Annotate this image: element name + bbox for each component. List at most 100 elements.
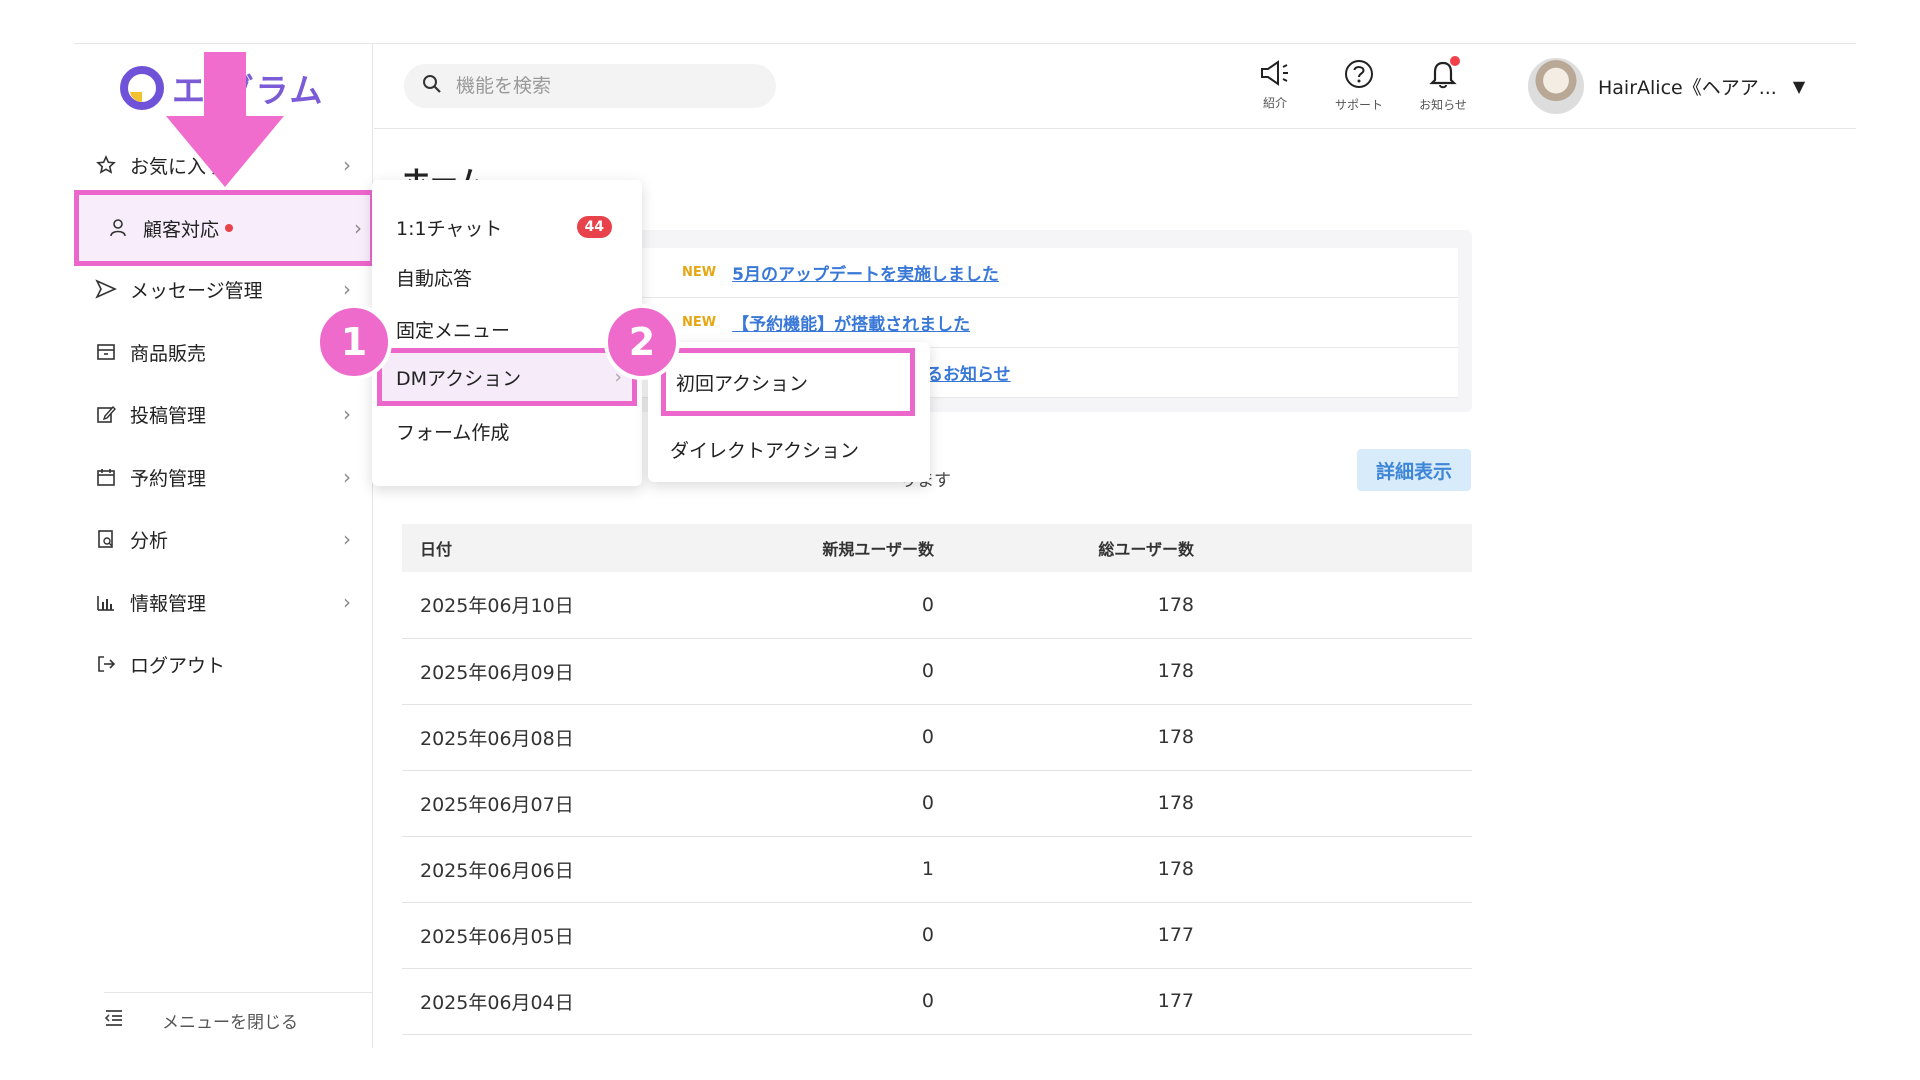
cell-date: 2025年06月08日	[402, 704, 734, 771]
chevron-right-icon: ›	[343, 590, 351, 614]
submenu-item-first-action[interactable]: 初回アクション	[661, 348, 915, 416]
step-marker-1: 1	[316, 304, 392, 380]
cell-total-users: 178	[934, 704, 1194, 771]
help-icon	[1343, 58, 1375, 94]
edit-icon	[94, 402, 118, 426]
table-row: 2025年06月08日 0 178	[402, 704, 1472, 771]
submenu-item-label: フォーム作成	[396, 421, 510, 444]
chevron-right-icon: ›	[343, 402, 351, 426]
user-name: HairAlice《ヘアア...	[1598, 76, 1777, 99]
logo-icon	[120, 66, 164, 110]
cell-date: 2025年06月09日	[402, 638, 734, 705]
page-title: ホーム	[402, 165, 486, 182]
cell-total-users: 177	[934, 902, 1194, 969]
table-header: 日付 新規ユーザー数 総ユーザー数	[402, 524, 1472, 572]
logout-icon	[94, 652, 118, 676]
bar-chart-icon	[94, 590, 118, 614]
cell-new-users: 0	[734, 638, 934, 705]
table-row: 2025年06月09日 0 178	[402, 638, 1472, 705]
chevron-right-icon: ›	[343, 465, 351, 489]
submenu-item-label: 1:1チャット	[396, 217, 503, 240]
submenu-item-fixed-menu[interactable]: 固定メニュー	[396, 304, 626, 354]
app-frame: エ グラム お気に入り › 顧客対応 › メッセージ管理 › 商品販売 投稿管理…	[0, 0, 1920, 1080]
table-row: 2025年06月10日 0 178	[402, 572, 1472, 639]
unread-count-badge: 44	[576, 216, 612, 238]
sidebar-item-logout[interactable]: ログアウト	[94, 637, 359, 691]
sidebar-item-label: ログアウト	[130, 654, 226, 677]
cell-new-users: 0	[734, 770, 934, 837]
cell-date: 2025年06月06日	[402, 836, 734, 903]
table-row: 2025年06月07日 0 178	[402, 770, 1472, 837]
customer-submenu: 1:1チャット 44 自動応答 固定メニュー DMアクション › フォーム作成	[372, 180, 642, 486]
close-menu-button[interactable]: メニューを閉じる	[104, 992, 373, 1048]
cell-date: 2025年06月04日	[402, 968, 734, 1035]
notification-dot	[1450, 56, 1460, 66]
sidebar-item-info[interactable]: 情報管理 ›	[94, 575, 359, 629]
cell-total-users: 177	[934, 968, 1194, 1035]
calendar-icon	[94, 465, 118, 489]
cell-new-users: 0	[734, 572, 934, 639]
send-icon	[94, 277, 118, 301]
cell-total-users: 178	[934, 770, 1194, 837]
news-link[interactable]: 5月のアップデートを実施しました	[732, 260, 999, 285]
detail-button[interactable]: 詳細表示	[1357, 449, 1471, 491]
cell-total-users: 178	[934, 638, 1194, 705]
sidebar-item-label: 予約管理	[130, 467, 207, 490]
support-button[interactable]: サポート	[1324, 58, 1394, 116]
sidebar-item-label: 商品販売	[130, 342, 207, 365]
dm-action-submenu: 初回アクション ダイレクトアクション	[648, 342, 930, 482]
cell-date: 2025年06月10日	[402, 572, 734, 639]
cell-total-users: 178	[934, 836, 1194, 903]
submenu-item-direct-action[interactable]: ダイレクトアクション	[670, 424, 920, 474]
chevron-right-icon: ›	[354, 216, 362, 240]
submenu-item-label: 自動応答	[396, 267, 473, 290]
cell-new-users: 0	[734, 704, 934, 771]
sidebar-item-posts[interactable]: 投稿管理 ›	[94, 387, 359, 441]
sidebar-item-label: 分析	[130, 529, 169, 552]
cell-new-users: 1	[734, 836, 934, 903]
user-icon	[107, 216, 131, 240]
chevron-right-icon: ›	[343, 527, 351, 551]
news-link[interactable]: るお知らせ	[926, 360, 1011, 385]
submenu-item-form[interactable]: フォーム作成	[396, 406, 626, 456]
cell-new-users: 0	[734, 902, 934, 969]
submenu-item-label: 固定メニュー	[396, 319, 511, 342]
column-total-users: 総ユーザー数	[1098, 540, 1194, 559]
table-row: 2025年06月05日 0 177	[402, 902, 1472, 969]
star-icon	[94, 153, 118, 177]
users-table: 日付 新規ユーザー数 総ユーザー数 2025年06月10日 0 178 2025…	[402, 524, 1472, 1035]
cell-new-users: 0	[734, 968, 934, 1035]
sidebar-item-label: 顧客対応	[143, 218, 220, 241]
cell-date: 2025年06月07日	[402, 770, 734, 837]
sidebar-item-customer[interactable]: 顧客対応 ›	[74, 190, 375, 266]
submenu-item-label: DMアクション	[396, 367, 522, 390]
cell-date: 2025年06月05日	[402, 902, 734, 969]
submenu-item-label: ダイレクトアクション	[670, 439, 860, 462]
avatar	[1528, 58, 1584, 114]
search-input[interactable]	[456, 75, 756, 97]
pointer-arrow-icon	[166, 52, 284, 187]
column-new-users: 新規ユーザー数	[822, 540, 934, 559]
intro-label: 紹介	[1262, 96, 1287, 110]
submenu-item-chat[interactable]: 1:1チャット 44	[396, 202, 626, 252]
notify-label: お知らせ	[1419, 98, 1467, 112]
news-link[interactable]: 【予約機能】が搭載されました	[732, 310, 970, 335]
notifications-button[interactable]: お知らせ	[1408, 56, 1478, 116]
menu-collapse-icon	[104, 1009, 124, 1032]
report-icon	[94, 527, 118, 551]
chevron-right-icon: ›	[343, 277, 351, 301]
intro-button[interactable]: 紹介	[1240, 58, 1310, 116]
sidebar-item-messages[interactable]: メッセージ管理 ›	[94, 262, 359, 316]
close-menu-label: メニューを閉じる	[162, 1013, 298, 1033]
submenu-item-auto-reply[interactable]: 自動応答	[396, 252, 626, 302]
unread-dot	[225, 224, 234, 232]
sidebar-item-label: 投稿管理	[130, 404, 207, 427]
search-bar[interactable]	[404, 64, 776, 108]
shop-icon	[94, 340, 118, 364]
search-icon	[422, 74, 442, 98]
user-menu[interactable]: HairAlice《ヘアア... ▼	[1528, 58, 1805, 114]
submenu-item-dm-action[interactable]: DMアクション ›	[377, 348, 637, 406]
sidebar-item-analytics[interactable]: 分析 ›	[94, 512, 359, 566]
sidebar: エ グラム お気に入り › 顧客対応 › メッセージ管理 › 商品販売 投稿管理…	[74, 44, 375, 1048]
sidebar-item-reservations[interactable]: 予約管理 ›	[94, 450, 359, 504]
